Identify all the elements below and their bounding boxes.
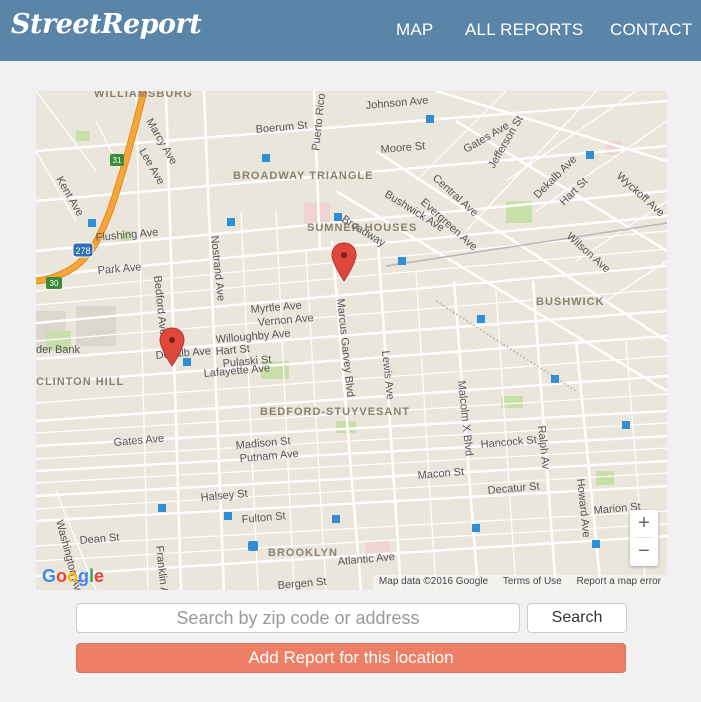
highway-shield-31: 31 bbox=[113, 156, 122, 165]
nav-link-all-reports[interactable]: ALL REPORTS bbox=[465, 20, 583, 40]
highway-shield-30: 30 bbox=[50, 279, 59, 288]
terms-link[interactable]: Terms of Use bbox=[503, 576, 562, 587]
google-logo[interactable]: Google bbox=[42, 566, 104, 587]
map-attribution: Map data ©2016 Google Terms of Use Repor… bbox=[372, 575, 667, 590]
navbar: StreetReport MAP ALL REPORTS CONTACT bbox=[0, 0, 701, 61]
zoom-in-button[interactable]: + bbox=[630, 510, 658, 537]
add-report-button[interactable]: Add Report for this location bbox=[76, 643, 626, 673]
map-label-misc: der Bank bbox=[36, 344, 81, 356]
map-label-area: BUSHWICK bbox=[536, 296, 605, 308]
map-canvas[interactable]: 278 31 30 Flushing Ave Park Ave Myrtle A… bbox=[36, 91, 667, 590]
map-label-area: WILLIAMSBURG bbox=[94, 91, 193, 100]
map-label-area: CLINTON HILL bbox=[36, 376, 124, 388]
map-label-area: BROADWAY TRIANGLE bbox=[233, 170, 373, 182]
nav-link-contact[interactable]: CONTACT bbox=[610, 20, 692, 40]
zoom-control: + − bbox=[630, 510, 658, 566]
map-label-area: BEDFORD-STUYVESANT bbox=[260, 406, 410, 418]
zoom-out-button[interactable]: − bbox=[630, 538, 658, 565]
map-graphics: 278 31 30 Flushing Ave Park Ave Myrtle A… bbox=[36, 91, 667, 590]
brand-logo[interactable]: StreetReport bbox=[11, 9, 202, 40]
nav-link-map[interactable]: MAP bbox=[396, 20, 433, 40]
search-button[interactable]: Search bbox=[527, 603, 627, 633]
report-map-error-link[interactable]: Report a map error bbox=[577, 576, 661, 587]
highway-shield-278: 278 bbox=[75, 246, 90, 256]
map-label-area: BROOKLYN bbox=[268, 547, 338, 559]
map-data-credit: Map data ©2016 Google bbox=[378, 576, 489, 587]
search-input[interactable] bbox=[76, 603, 520, 633]
map-label-area: SUMNER HOUSES bbox=[307, 222, 417, 234]
